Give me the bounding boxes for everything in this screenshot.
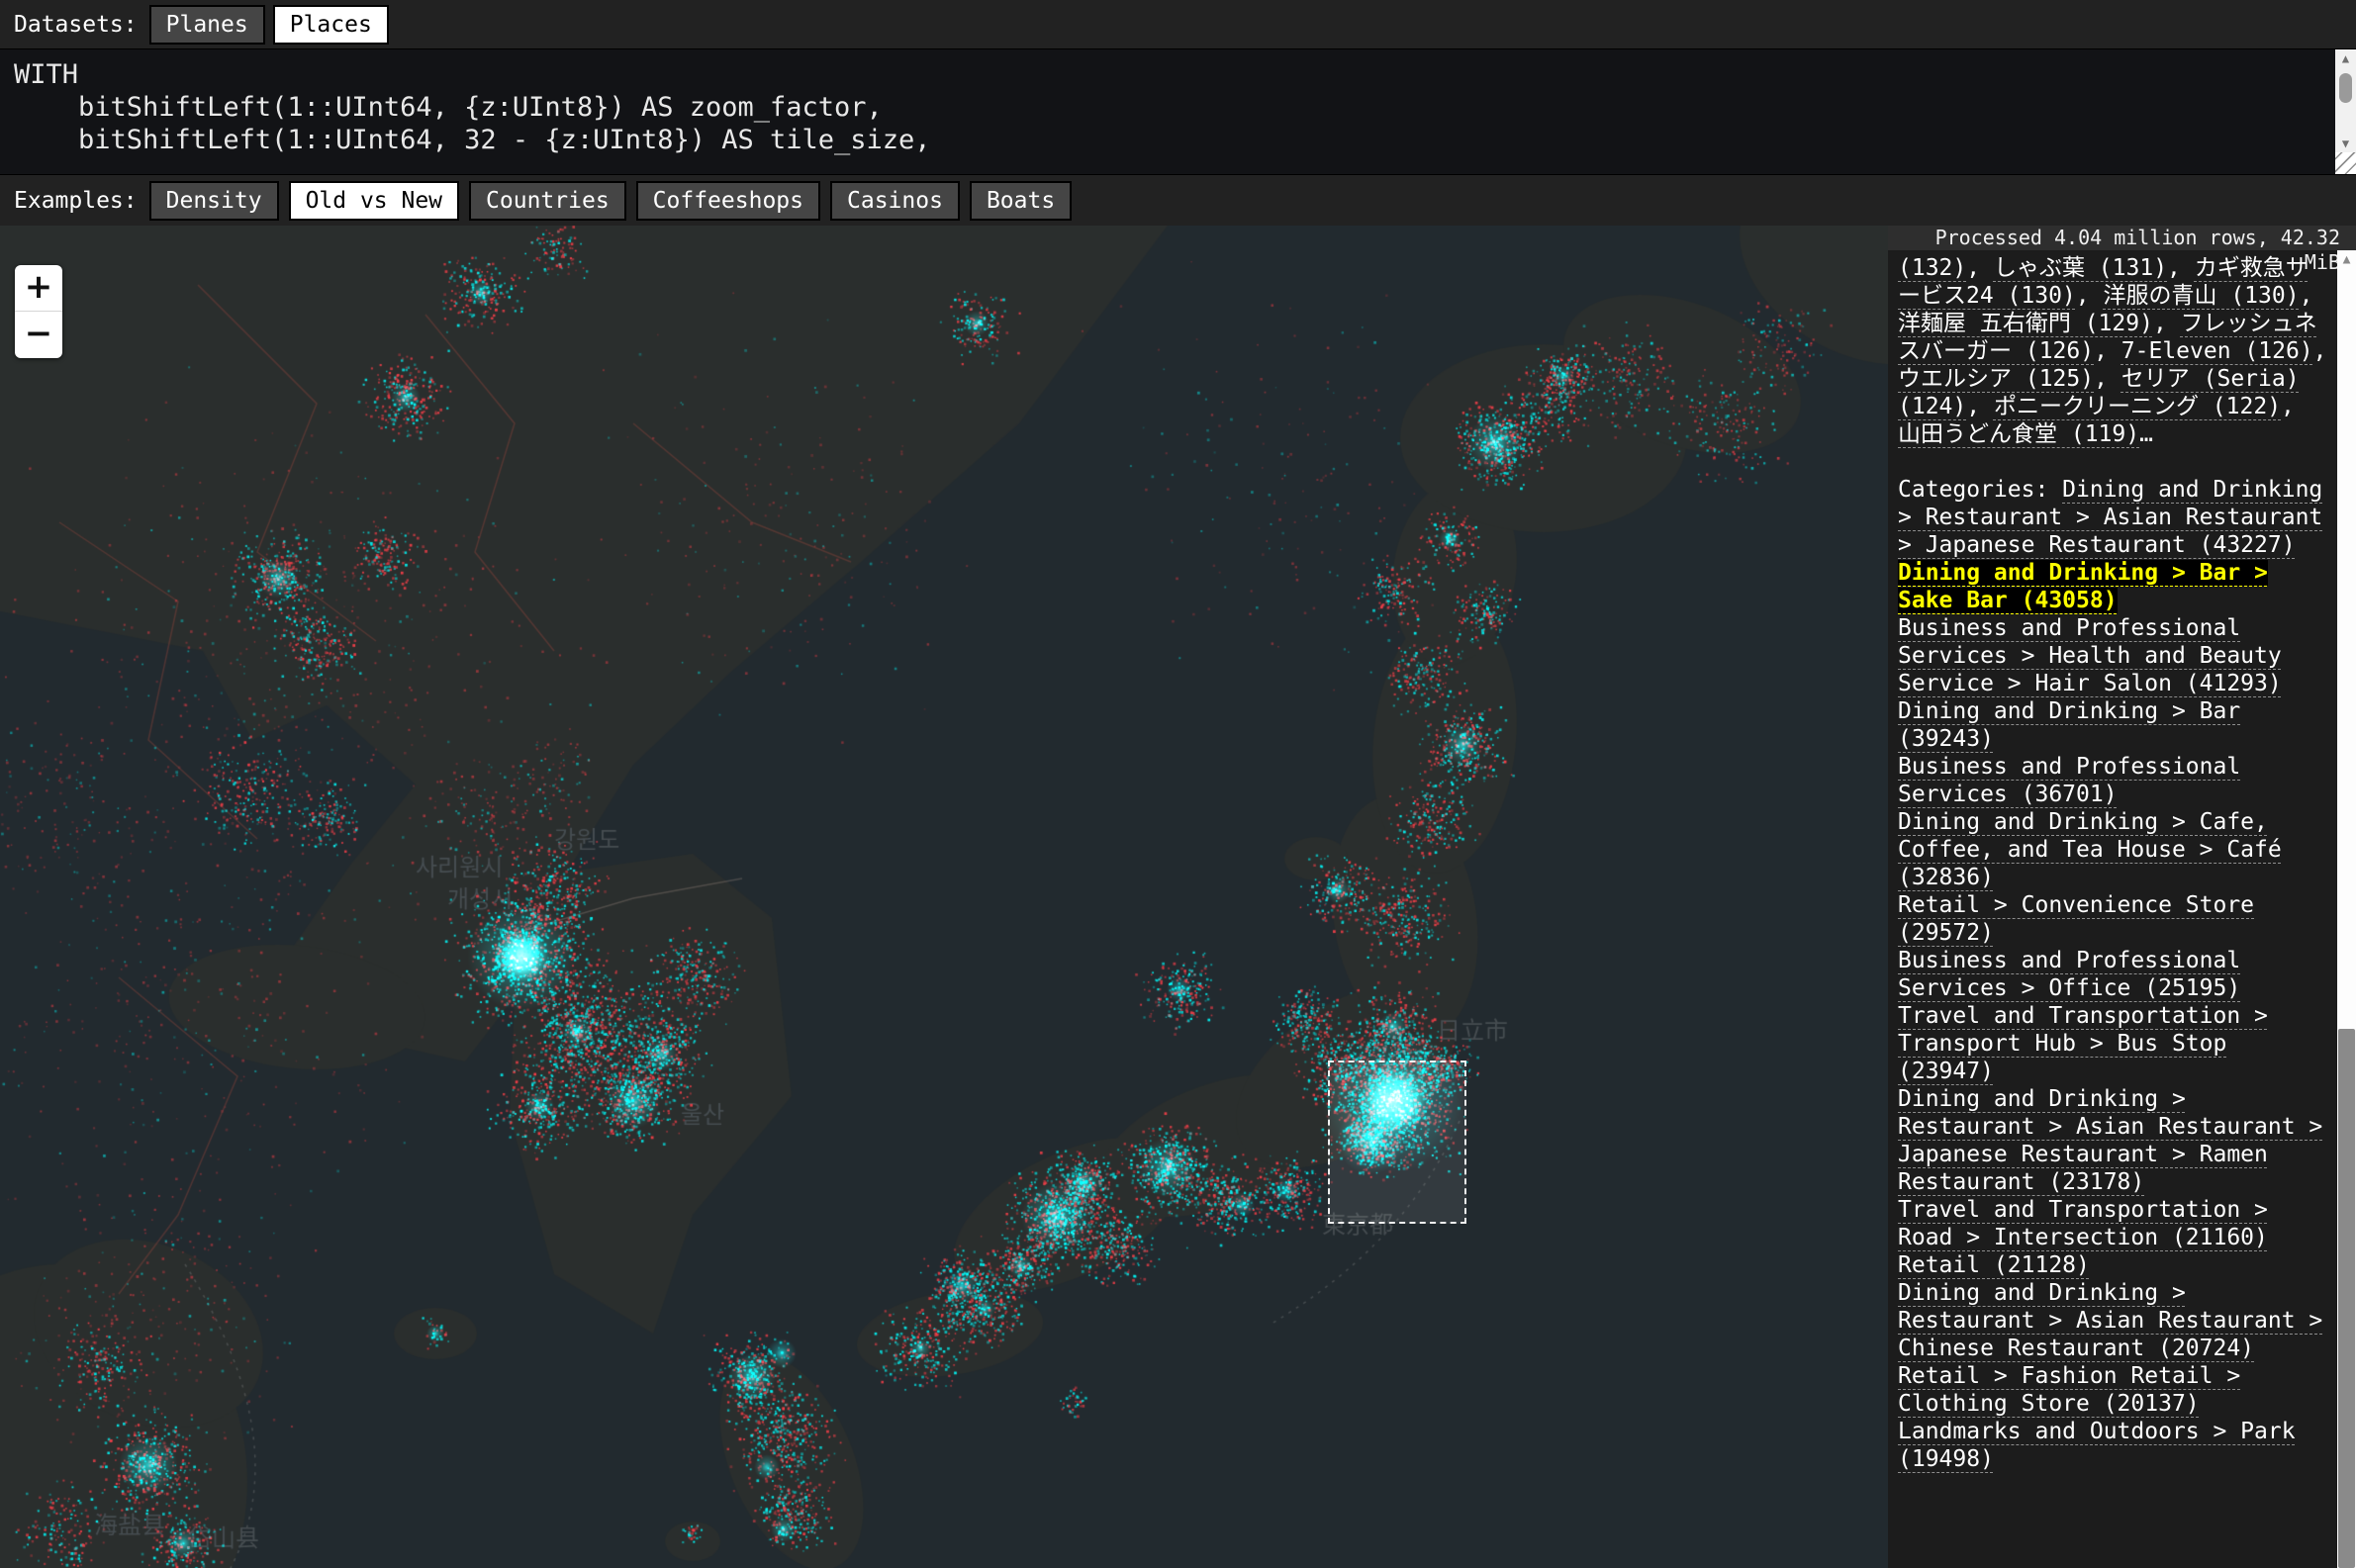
sql-code-text[interactable]: WITH bitShiftLeft(1::UInt64, {z:UInt8}) … (0, 49, 2356, 156)
example-button-density[interactable]: Density (149, 181, 279, 221)
example-button-countries[interactable]: Countries (469, 181, 626, 221)
category-row: Travel and Transportation > Road > Inter… (1898, 1196, 2329, 1251)
zoom-out-button[interactable]: − (15, 312, 62, 358)
category-row: Landmarks and Outdoors > Park (19498) (1898, 1418, 2329, 1473)
result-link[interactable]: (132) (1898, 255, 1966, 281)
result-link[interactable]: Dining and Drinking > Restaurant > Asian… (1898, 1086, 2322, 1195)
main-region: + − Processed 4.04 million rows, 42.32 M… (0, 226, 2356, 1568)
panel-scrollbar[interactable]: ▲ (2337, 250, 2356, 1568)
category-row: Dining and Drinking > Restaurant > Asian… (1898, 1085, 2329, 1196)
category-row: Dining and Drinking > Cafe, Coffee, and … (1898, 808, 2329, 891)
example-button-coffeeshops[interactable]: Coffeeshops (636, 181, 820, 221)
result-link[interactable]: Dining and Drinking > Restaurant > Asian… (1898, 1280, 2322, 1361)
textarea-resize-grip-icon[interactable] (2335, 152, 2356, 174)
result-link[interactable]: Retail > Convenience Store (29572) (1898, 892, 2254, 946)
brands-block: (132), しゃぶ葉 (131), カギ救急サービス24 (130), 洋服の… (1898, 254, 2329, 448)
map-zoom-control: + − (15, 265, 62, 358)
sql-scrollbar-thumb[interactable] (2339, 73, 2352, 103)
category-row: Travel and Transportation > Transport Hu… (1898, 1002, 2329, 1085)
result-link[interactable]: Travel and Transportation > Road > Inter… (1898, 1197, 2268, 1250)
result-link[interactable]: Dining and Drinking > Cafe, Coffee, and … (1898, 809, 2282, 890)
results-panel: Processed 4.04 million rows, 42.32 MiB (… (1888, 226, 2356, 1568)
result-link[interactable]: Business and Professional Services > Hea… (1898, 615, 2282, 696)
dataset-button-planes[interactable]: Planes (149, 5, 265, 45)
sql-editor-scrollbar[interactable]: ▲ ▼ (2335, 49, 2356, 174)
result-link[interactable]: Dining and Drinking > Bar (39243) (1898, 698, 2240, 752)
category-row: Dining and Drinking > Bar > Sake Bar (43… (1898, 559, 2329, 614)
result-link[interactable]: Landmarks and Outdoors > Park (19498) (1898, 1419, 2296, 1472)
datasets-toolbar: Datasets: PlanesPlaces (0, 0, 2356, 49)
examples-label: Examples: (14, 188, 138, 214)
dataset-button-places[interactable]: Places (273, 5, 389, 45)
scroll-down-icon[interactable]: ▼ (2335, 135, 2356, 152)
sql-editor[interactable]: WITH bitShiftLeft(1::UInt64, {z:UInt8}) … (0, 49, 2356, 174)
category-row: Dining and Drinking > Bar (39243) (1898, 697, 2329, 753)
query-status: Processed 4.04 million rows, 42.32 MiB (1888, 226, 2356, 250)
category-row: Categories: Dining and Drinking > Restau… (1898, 476, 2329, 559)
result-link[interactable]: 山田うどん食堂 (119) (1898, 421, 2139, 447)
result-link[interactable]: Business and Professional Services > Off… (1898, 948, 2240, 1001)
result-link[interactable]: Retail (21128) (1898, 1252, 2090, 1278)
example-button-old-vs-new[interactable]: Old vs New (289, 181, 459, 221)
category-row: Retail (21128) (1898, 1251, 2329, 1279)
category-row: Dining and Drinking > Restaurant > Asian… (1898, 1279, 2329, 1362)
scroll-up-icon[interactable]: ▲ (2335, 49, 2356, 67)
map-selection-rectangle[interactable] (1328, 1061, 1466, 1224)
panel-scrollbar-thumb[interactable] (2338, 1029, 2355, 1568)
examples-toolbar: Examples: DensityOld vs NewCountriesCoff… (0, 174, 2356, 226)
map-container[interactable]: + − (0, 226, 1888, 1568)
category-row: Business and Professional Services > Off… (1898, 947, 2329, 1002)
category-row: Business and Professional Services (3670… (1898, 753, 2329, 808)
result-link[interactable]: 洋服の青山 (130) (2103, 283, 2299, 309)
example-button-boats[interactable]: Boats (970, 181, 1072, 221)
result-link[interactable]: ポニークリーニング (122) (1994, 394, 2281, 419)
results-list: (132), しゃぶ葉 (131), カギ救急サービス24 (130), 洋服の… (1888, 250, 2337, 1568)
result-link[interactable]: 洋麺屋 五右衛門 (129) (1898, 311, 2153, 336)
categories-label: Categories: (1898, 477, 2062, 503)
dataset-button-group: PlanesPlaces (149, 5, 389, 45)
category-link-selected[interactable]: Dining and Drinking > Bar > Sake Bar (43… (1898, 560, 2268, 613)
result-link[interactable]: Travel and Transportation > Transport Hu… (1898, 1003, 2268, 1084)
category-row: Retail > Fashion Retail > Clothing Store… (1898, 1362, 2329, 1418)
map-canvas[interactable] (0, 226, 1888, 1568)
scroll-up-icon[interactable]: ▲ (2337, 250, 2356, 270)
result-link[interactable]: ウエルシア (125) (1898, 366, 2094, 392)
zoom-in-button[interactable]: + (15, 265, 62, 312)
categories-block: Categories: Dining and Drinking > Restau… (1898, 476, 2329, 1473)
result-link[interactable]: Retail > Fashion Retail > Clothing Store… (1898, 1363, 2240, 1417)
result-link[interactable]: しゃぶ葉 (131) (1994, 255, 2167, 281)
example-button-group: DensityOld vs NewCountriesCoffeeshopsCas… (149, 181, 1073, 221)
category-row: Retail > Convenience Store (29572) (1898, 891, 2329, 947)
category-row: Business and Professional Services > Hea… (1898, 614, 2329, 697)
result-link[interactable]: Business and Professional Services (3670… (1898, 754, 2240, 807)
example-button-casinos[interactable]: Casinos (830, 181, 960, 221)
datasets-label: Datasets: (14, 12, 138, 38)
result-link[interactable]: 7-Eleven (126) (2121, 338, 2313, 364)
